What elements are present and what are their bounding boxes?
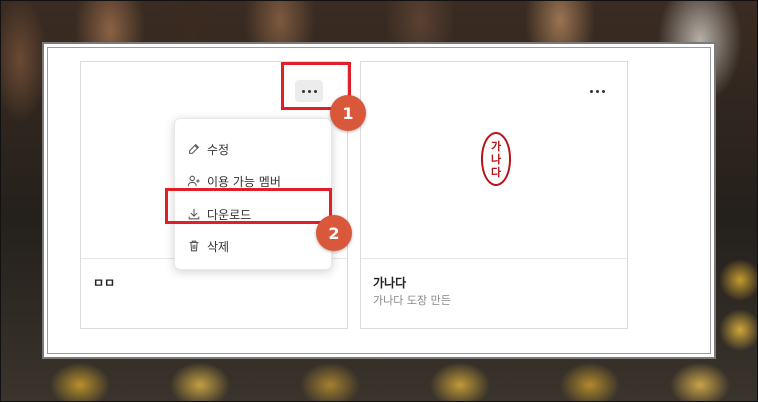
card-divider [361,258,627,259]
stamp-card[interactable]: 가 나 다 가나다 가나다 도장 만든 [360,61,628,329]
step-badge: 1 [330,95,366,131]
menu-item-edit[interactable]: 수정 [187,137,229,161]
more-dots-icon [301,89,317,93]
seal-char: 가 [490,139,502,153]
more-dots-icon [589,89,605,93]
card-options-menu: 수정 이용 가능 멤버 다운로드 삭제 [174,118,332,270]
menu-item-members[interactable]: 이용 가능 멤버 [187,169,281,193]
edit-icon [189,143,200,154]
menu-item-label: 다운로드 [207,207,252,222]
menu-item-download[interactable]: 다운로드 [187,202,251,226]
trash-icon [189,240,199,252]
step-badge: 2 [316,215,352,251]
add-member-icon [187,175,200,187]
seal-char: 다 [490,165,502,179]
stamp-seal-image: 가 나 다 [481,132,511,186]
menu-item-delete[interactable]: 삭제 [187,234,229,258]
card-subtitle: 가나다 도장 만든 [373,294,451,307]
menu-item-label: 삭제 [207,239,230,254]
more-options-button[interactable] [583,80,611,102]
card-title: ㅁㅁ [93,276,116,290]
menu-item-label: 이용 가능 멤버 [207,174,281,189]
seal-char: 나 [490,152,502,166]
menu-item-label: 수정 [207,142,230,157]
download-icon [188,208,200,220]
more-options-button[interactable] [295,80,323,102]
card-title: 가나다 [373,276,407,290]
screenshot-panel: ㅁㅁ 가 나 다 가나다 가나다 도장 만든 수정 이용 가능 멤버 다운로드 … [42,42,716,359]
